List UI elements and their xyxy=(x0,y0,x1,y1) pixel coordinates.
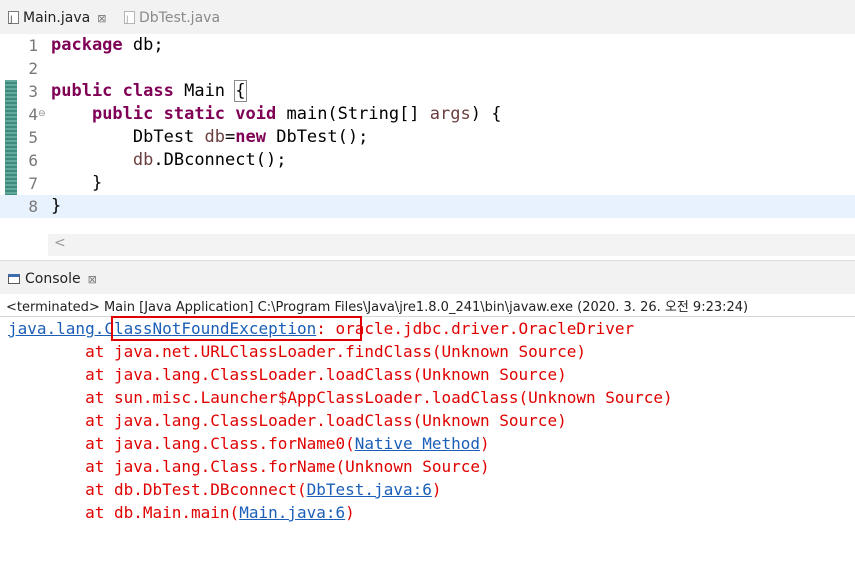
console-text: at db.Main.main( xyxy=(8,503,240,522)
code-line[interactable]: 5 DbTest db=new DbTest(); xyxy=(0,126,855,149)
line-number: 6 xyxy=(28,151,38,170)
keyword-token: static xyxy=(163,104,226,124)
console-text: ) xyxy=(431,480,442,499)
console-tab-bar: Console ⊠ xyxy=(0,260,855,294)
fold-collapse-icon[interactable]: ⊖ xyxy=(38,103,46,126)
code-token: = xyxy=(225,127,236,147)
line-number: 5 xyxy=(28,128,38,147)
scroll-left-icon[interactable]: < xyxy=(54,235,66,251)
console-line: at java.net.URLClassLoader.findClass(Unk… xyxy=(8,340,586,363)
code-editor[interactable]: 1 package db; 2 3 public class Main {4 ⊖ publ… xyxy=(0,34,855,260)
code-text: public static void main(String[] args) { xyxy=(51,103,502,126)
tab-console[interactable]: Console ⊠ xyxy=(8,271,97,287)
console-text: at java.lang.ClassLoader.loadClass(Unkno… xyxy=(8,411,567,430)
code-text: } xyxy=(51,172,102,195)
annotation-highlight-box xyxy=(111,316,362,341)
line-number: 3 xyxy=(28,82,38,101)
keyword-token: class xyxy=(122,81,174,101)
console-text: at db.DbTest.DBconnect( xyxy=(8,480,307,499)
code-text: package db; xyxy=(51,34,164,57)
code-token: ) { xyxy=(470,104,502,124)
code-line[interactable]: 8} xyxy=(0,195,855,218)
console-line: at db.DbTest.DBconnect(DbTest.java:6) xyxy=(8,478,442,501)
code-token: Main xyxy=(173,81,236,101)
line-number: 4 xyxy=(28,105,38,124)
variable-token: args xyxy=(429,104,471,124)
tab-main-java[interactable]: Main.java ⊠ xyxy=(8,6,106,32)
stacktrace-link[interactable]: java.lang. xyxy=(8,319,104,338)
console-status-header: <terminated> Main [Java Application] C:\… xyxy=(6,300,749,315)
console-text: at sun.misc.Launcher$AppClassLoader.load… xyxy=(8,388,673,407)
keyword-token: new xyxy=(235,127,266,147)
code-token: main(String[] xyxy=(276,104,430,124)
matched-brace: { xyxy=(234,80,247,102)
line-number: 2 xyxy=(28,59,38,78)
code-token: } xyxy=(51,196,62,216)
console-line: at java.lang.Class.forName0(Native Metho… xyxy=(8,432,490,455)
code-line[interactable]: 3 public class Main { xyxy=(0,80,855,103)
console-icon xyxy=(8,274,20,284)
java-file-icon xyxy=(8,8,19,32)
code-text: } xyxy=(51,195,61,218)
code-text: public class Main { xyxy=(51,80,247,103)
stacktrace-link[interactable]: DbTest.java:6 xyxy=(307,480,432,499)
code-line[interactable]: 1 package db; xyxy=(0,34,855,57)
close-icon[interactable]: ⊠ xyxy=(88,273,97,286)
tab-label: Console xyxy=(25,271,81,287)
code-token: db; xyxy=(122,35,164,55)
keyword-token: public xyxy=(91,104,154,124)
keyword-token: package xyxy=(51,35,123,55)
code-text: db.DBconnect(); xyxy=(51,149,287,172)
code-line[interactable]: 6 db.DBconnect(); xyxy=(0,149,855,172)
code-token: DbTest(); xyxy=(265,127,369,147)
code-line[interactable]: 7 } xyxy=(0,172,855,195)
code-token: } xyxy=(51,173,103,193)
console-line: at java.lang.ClassLoader.loadClass(Unkno… xyxy=(8,409,567,432)
console-text: at java.lang.ClassLoader.loadClass(Unkno… xyxy=(8,365,567,384)
line-number: 1 xyxy=(28,36,38,55)
code-token: .DBconnect(); xyxy=(153,150,287,170)
console-text: ) xyxy=(480,434,490,453)
console-text: at java.net.URLClassLoader.findClass(Unk… xyxy=(8,342,586,361)
tab-dbtest-java[interactable]: DbTest.java xyxy=(124,6,221,32)
keyword-token: public xyxy=(51,81,113,101)
console-line: at db.Main.main(Main.java:6) xyxy=(8,501,355,524)
keyword-token: void xyxy=(235,104,277,124)
console-line: at java.lang.Class.forName(Unknown Sourc… xyxy=(8,455,490,478)
editor-tab-bar: Main.java ⊠ DbTest.java xyxy=(0,0,855,34)
horizontal-scrollbar[interactable]: < xyxy=(48,234,855,256)
console-text: at java.lang.Class.forName0( xyxy=(8,434,355,453)
code-text: DbTest db=new DbTest(); xyxy=(51,126,368,149)
line-number: 7 xyxy=(28,174,38,193)
stacktrace-link[interactable]: Main.java:6 xyxy=(239,503,345,522)
java-file-icon xyxy=(124,8,135,32)
close-icon[interactable]: ⊠ xyxy=(97,12,106,25)
variable-token: db xyxy=(204,127,226,147)
console-text: at java.lang.Class.forName(Unknown Sourc… xyxy=(8,457,490,476)
console-line: at java.lang.ClassLoader.loadClass(Unkno… xyxy=(8,363,567,386)
console-line: at sun.misc.Launcher$AppClassLoader.load… xyxy=(8,386,673,409)
code-line[interactable]: 2 xyxy=(0,57,855,80)
code-line[interactable]: 4 ⊖ public static void main(String[] args… xyxy=(0,103,855,126)
code-token: DbTest xyxy=(51,127,205,147)
stacktrace-link[interactable]: Native Method xyxy=(355,434,480,453)
tab-label: Main.java xyxy=(23,10,91,26)
tab-label: DbTest.java xyxy=(139,10,221,26)
console-text: ) xyxy=(345,503,355,522)
variable-token: db xyxy=(132,150,154,170)
console-text: : oracle.jdbc.driver.OracleDriver xyxy=(316,319,635,338)
line-number: 8 xyxy=(28,197,38,216)
console-output[interactable]: java.lang.ClassNotFoundException: oracle… xyxy=(0,316,855,574)
